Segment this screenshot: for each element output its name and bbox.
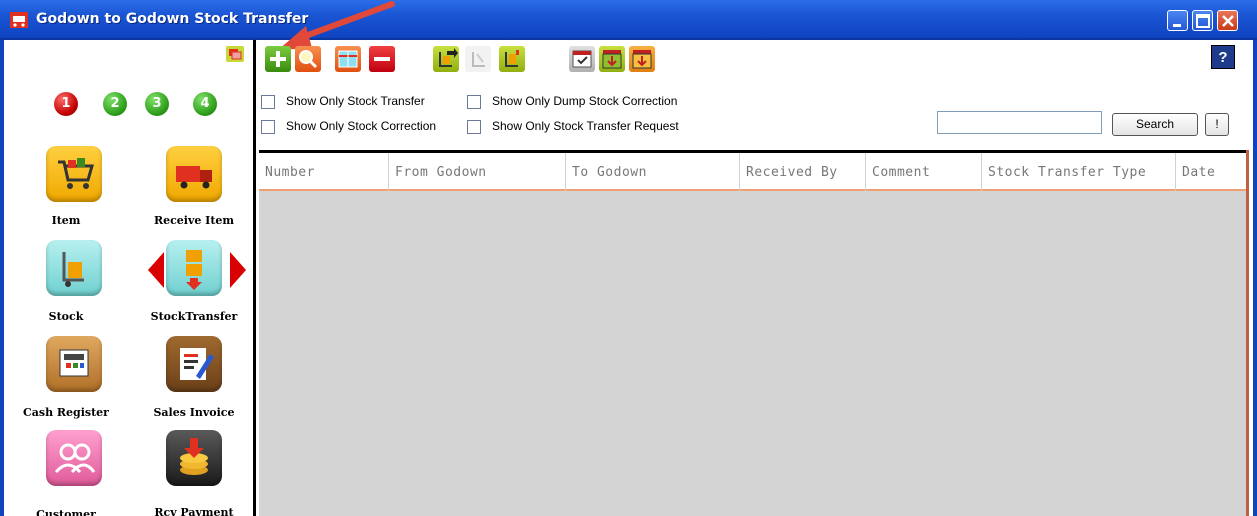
transfer-out-icon bbox=[439, 48, 458, 67]
delivery-truck-icon bbox=[166, 146, 222, 202]
close-icon bbox=[1222, 15, 1234, 27]
transfer-grid: Number From Godown To Godown Received By… bbox=[259, 150, 1246, 516]
cash-register-icon bbox=[46, 336, 102, 392]
table-down-button[interactable] bbox=[599, 46, 625, 72]
column-received-by[interactable]: Received By bbox=[740, 153, 866, 191]
window-title: Godown to Godown Stock Transfer bbox=[36, 11, 309, 27]
step-4-badge[interactable]: 4 bbox=[193, 92, 217, 116]
nav-label-sales-invoice: Sales Invoice bbox=[153, 406, 235, 419]
show-stock-transfer-checkbox[interactable] bbox=[261, 95, 275, 109]
hand-truck-icon bbox=[46, 240, 102, 296]
nav-label-stock-transfer: StockTransfer bbox=[150, 310, 238, 323]
table-edit-icon bbox=[338, 50, 358, 68]
transfer-in-icon bbox=[505, 50, 519, 67]
nav-item-receive-item[interactable]: Receive Item bbox=[136, 146, 236, 236]
column-from-godown[interactable]: From Godown bbox=[389, 153, 566, 191]
transfer-disabled-button[interactable] bbox=[465, 46, 491, 72]
receive-payment-icon bbox=[166, 430, 222, 486]
transfer-in-button[interactable] bbox=[499, 46, 525, 72]
show-dump-correction-label: Show Only Dump Stock Correction bbox=[492, 94, 678, 108]
stock-transfer-icon bbox=[166, 240, 222, 296]
minimize-icon bbox=[1173, 24, 1181, 27]
nav-label-item: Item bbox=[51, 214, 81, 227]
column-stock-transfer-type[interactable]: Stock Transfer Type bbox=[982, 153, 1176, 191]
add-button[interactable] bbox=[265, 46, 291, 72]
nav-item-rcv-payment[interactable]: Rcv Payment bbox=[136, 430, 236, 516]
step-2-badge[interactable]: 2 bbox=[103, 92, 127, 116]
transfer-out-button[interactable] bbox=[433, 46, 459, 72]
step-3-badge[interactable]: 3 bbox=[145, 92, 169, 116]
close-button[interactable] bbox=[1217, 10, 1238, 31]
calendar-check-button[interactable] bbox=[569, 46, 595, 72]
nav-label-customer: Customer bbox=[36, 508, 96, 516]
table-down-icon bbox=[602, 50, 622, 69]
show-stock-correction-label: Show Only Stock Correction bbox=[286, 119, 437, 133]
maximize-button[interactable] bbox=[1192, 10, 1213, 31]
search-input[interactable] bbox=[937, 111, 1102, 134]
shopping-cart-icon bbox=[46, 146, 102, 202]
show-dump-correction-checkbox[interactable] bbox=[467, 95, 481, 109]
nav-label-receive-item: Receive Item bbox=[153, 214, 235, 227]
show-transfer-request-checkbox[interactable] bbox=[467, 120, 481, 134]
delete-button[interactable] bbox=[369, 46, 395, 72]
column-date[interactable]: Date bbox=[1176, 153, 1246, 191]
toolbar bbox=[259, 46, 1249, 76]
calendar-check-icon bbox=[572, 50, 592, 68]
plus-icon bbox=[270, 51, 286, 67]
nav-label-rcv-payment: Rcv Payment bbox=[154, 506, 234, 516]
nav-label-stock: Stock bbox=[48, 310, 84, 323]
column-to-godown[interactable]: To Godown bbox=[566, 153, 740, 191]
table-export-icon bbox=[632, 50, 652, 69]
collapse-panel-icon[interactable] bbox=[226, 46, 244, 62]
minus-icon bbox=[374, 57, 390, 61]
show-stock-transfer-label: Show Only Stock Transfer bbox=[286, 94, 425, 108]
customers-icon bbox=[46, 430, 102, 486]
grid-header: Number From Godown To Godown Received By… bbox=[259, 153, 1246, 191]
step-1-badge[interactable]: 1 bbox=[54, 92, 78, 116]
cart-app-icon bbox=[10, 12, 28, 28]
nav-item-item[interactable]: Item bbox=[16, 146, 116, 236]
title-bar: Godown to Godown Stock Transfer bbox=[0, 0, 1257, 40]
magnifier-icon bbox=[299, 50, 318, 69]
minimize-button[interactable] bbox=[1167, 10, 1188, 31]
left-navigation: 1 2 3 4 Item Receive Item Stock StockTra… bbox=[4, 40, 256, 516]
nav-item-sales-invoice[interactable]: Sales Invoice bbox=[136, 336, 236, 426]
column-comment[interactable]: Comment bbox=[866, 153, 982, 191]
table-export-button[interactable] bbox=[629, 46, 655, 72]
show-transfer-request-label: Show Only Stock Transfer Request bbox=[492, 119, 679, 133]
help-button[interactable]: ? bbox=[1211, 45, 1235, 69]
advanced-search-button[interactable]: ! bbox=[1205, 113, 1229, 136]
nav-item-stock-transfer[interactable]: StockTransfer bbox=[136, 240, 237, 330]
hand-truck-disabled-icon bbox=[472, 52, 485, 67]
invoice-pen-icon bbox=[166, 336, 222, 392]
edit-table-button[interactable] bbox=[335, 46, 361, 72]
show-stock-correction-checkbox[interactable] bbox=[261, 120, 275, 134]
column-number[interactable]: Number bbox=[259, 153, 389, 191]
search-button[interactable]: Search bbox=[1112, 113, 1198, 136]
carousel-next-icon[interactable] bbox=[230, 252, 246, 288]
grid-scroll-edge bbox=[1246, 150, 1249, 516]
nav-item-cash-register[interactable]: Cash Register bbox=[16, 336, 116, 426]
find-button[interactable] bbox=[295, 46, 321, 72]
nav-item-stock[interactable]: Stock bbox=[16, 240, 116, 330]
nav-label-cash-register: Cash Register bbox=[23, 406, 109, 419]
nav-item-customer[interactable]: Customer bbox=[16, 430, 116, 516]
maximize-icon bbox=[1196, 14, 1210, 28]
